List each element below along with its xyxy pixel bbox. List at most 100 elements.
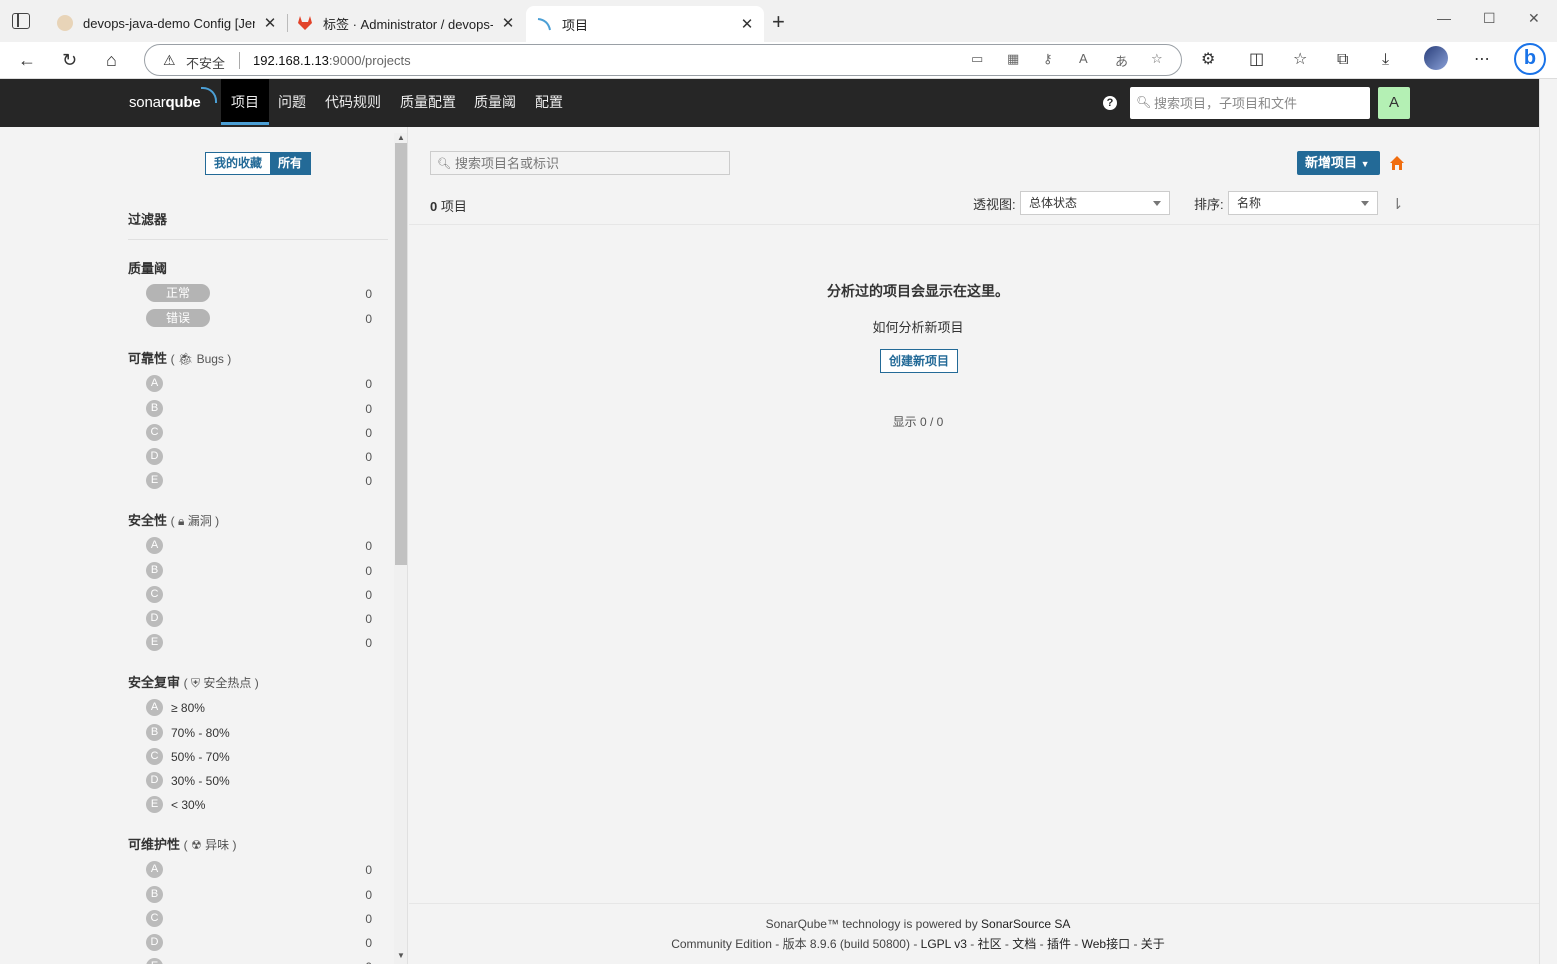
about-link[interactable]: 关于 [1141, 937, 1165, 951]
rating-d[interactable]: D [146, 610, 163, 627]
rating-c[interactable]: C [146, 910, 163, 927]
sidebar-scrollbar[interactable]: ▲ ▼ [394, 133, 407, 964]
facet-count: 0 [365, 377, 372, 391]
tab-actions-icon[interactable] [12, 13, 30, 29]
close-icon[interactable]: ✕ [263, 14, 277, 32]
global-search[interactable]: 🔍︎ [1130, 87, 1370, 119]
close-icon[interactable]: ✕ [740, 15, 754, 33]
rating-e[interactable]: E [146, 634, 163, 651]
rating-d[interactable]: D [146, 448, 163, 465]
rating-d[interactable]: D [146, 934, 163, 951]
review-range[interactable]: ≥ 80% [171, 701, 205, 715]
downloads-icon[interactable]: ⤓ [1382, 50, 1389, 70]
project-search[interactable]: 🔍︎ [430, 151, 730, 175]
plugins-link[interactable]: 插件 [1047, 937, 1071, 951]
tab-jenkins[interactable]: devops-java-demo Config [Jenkins] ✕ [47, 6, 287, 40]
create-project-button[interactable]: 创建新项目 [880, 349, 958, 373]
scrollbar-thumb[interactable] [395, 143, 407, 565]
back-icon[interactable]: ← [18, 50, 36, 70]
nav-quality-profiles[interactable]: 质量配置 [390, 79, 466, 125]
home-page-icon[interactable] [1389, 155, 1405, 171]
rating-b[interactable]: B [146, 886, 163, 903]
rating-b[interactable]: B [146, 562, 163, 579]
app-available-icon[interactable]: ▭ [971, 51, 983, 67]
quality-gate-failed[interactable]: 错误 [146, 309, 210, 327]
nav-administration[interactable]: 配置 [525, 79, 573, 125]
rating-e[interactable]: E [146, 796, 163, 813]
collections-icon[interactable]: ⧉ [1337, 50, 1348, 70]
quality-gate-passed[interactable]: 正常 [146, 284, 210, 302]
favorite-all-toggle[interactable]: 我的收藏 所有 [205, 152, 312, 175]
security-label[interactable]: 不安全 [186, 53, 225, 72]
sort-label: 排序: [1194, 197, 1224, 212]
scroll-up-icon[interactable]: ▲ [397, 133, 405, 142]
filters-title: 过滤器 [128, 212, 168, 227]
split-screen-icon[interactable]: ◫ [1249, 50, 1264, 70]
refresh-icon[interactable]: ↻ [62, 50, 77, 70]
web-api-link[interactable]: Web接口 [1082, 937, 1130, 951]
new-tab-button[interactable]: + [772, 11, 785, 33]
maximize-icon[interactable]: ☐ [1483, 10, 1496, 27]
window-close-icon[interactable]: ✕ [1528, 10, 1540, 27]
bing-chat-icon[interactable]: b [1514, 43, 1546, 75]
nav-projects[interactable]: 项目 [221, 79, 269, 125]
review-range[interactable]: 30% - 50% [171, 774, 230, 788]
rating-a[interactable]: A [146, 699, 163, 716]
user-avatar[interactable]: A [1378, 87, 1410, 119]
new-project-button[interactable]: 新增项目 ▼ [1297, 151, 1380, 175]
tab-sonarqube-projects[interactable]: 项目 ✕ [526, 6, 764, 42]
nav-quality-gates[interactable]: 质量阈 [464, 79, 526, 125]
scroll-down-icon[interactable]: ▼ [397, 951, 405, 960]
add-favorite-icon[interactable]: ☆ [1151, 51, 1163, 67]
rating-a[interactable]: A [146, 537, 163, 554]
rating-a[interactable]: A [146, 375, 163, 392]
page-scrollbar[interactable] [1539, 79, 1557, 964]
global-search-input[interactable] [1154, 87, 1364, 119]
search-icon: 🔍︎ [1136, 95, 1152, 109]
read-aloud-icon[interactable]: A [1079, 51, 1088, 66]
how-to-analyze-link[interactable]: 如何分析新项目 [409, 317, 1427, 336]
license-link[interactable]: LGPL v3 [921, 937, 967, 951]
home-icon[interactable]: ⌂ [106, 50, 117, 70]
docs-link[interactable]: 文档 [1012, 937, 1036, 951]
perspective-select[interactable]: 总体状态 [1020, 191, 1170, 215]
minimize-icon[interactable]: — [1437, 10, 1451, 26]
translate-icon[interactable]: あ [1115, 51, 1128, 70]
facet-count: 0 [365, 450, 372, 464]
facet-title-text: 可维护性 [128, 837, 181, 852]
sort-order-icon[interactable]: ⇂ [1391, 195, 1404, 213]
url-box[interactable]: ⚠ 不安全 192.168.1.13:9000/projects ▭ ▦ ⚷ A… [144, 44, 1182, 76]
rating-d[interactable]: D [146, 772, 163, 789]
sonarsource-link[interactable]: SonarSource SA [981, 917, 1070, 931]
extensions-icon[interactable]: ⚙ [1201, 50, 1215, 70]
tab-gitlab[interactable]: 标签 · Administrator / devops-java-demo ✕ [287, 6, 525, 40]
qr-code-icon[interactable]: ▦ [1007, 51, 1019, 67]
filters-sidebar: 我的收藏 所有 过滤器 质量阈 正常 0 错误 0 可靠性 ( 🐞︎ Bugs … [0, 127, 408, 964]
rating-c[interactable]: C [146, 424, 163, 441]
nav-issues[interactable]: 问题 [268, 79, 316, 125]
community-link[interactable]: 社区 [978, 937, 1002, 951]
review-range[interactable]: 50% - 70% [171, 750, 230, 764]
url-text[interactable]: 192.168.1.13:9000/projects [253, 53, 411, 68]
sonarqube-logo[interactable]: sonarqube [129, 87, 217, 111]
project-search-input[interactable] [455, 152, 725, 174]
review-range[interactable]: 70% - 80% [171, 726, 230, 740]
favorites-icon[interactable]: ☆ [1293, 50, 1307, 70]
rating-e[interactable]: E [146, 472, 163, 489]
rating-e[interactable]: E [146, 958, 163, 964]
key-icon[interactable]: ⚷ [1043, 51, 1053, 67]
rating-c[interactable]: C [146, 748, 163, 765]
rating-c[interactable]: C [146, 586, 163, 603]
rating-a[interactable]: A [146, 861, 163, 878]
close-icon[interactable]: ✕ [501, 14, 515, 32]
toggle-favorites[interactable]: 我的收藏 [206, 153, 271, 174]
sort-select[interactable]: 名称 [1228, 191, 1378, 215]
nav-rules[interactable]: 代码规则 [315, 79, 391, 125]
toggle-all[interactable]: 所有 [270, 153, 311, 174]
review-range[interactable]: < 30% [171, 798, 205, 812]
rating-b[interactable]: B [146, 724, 163, 741]
rating-b[interactable]: B [146, 400, 163, 417]
help-icon[interactable]: ? [1103, 96, 1117, 110]
more-icon[interactable]: ⋯ [1474, 50, 1490, 70]
profile-avatar[interactable] [1424, 46, 1448, 70]
